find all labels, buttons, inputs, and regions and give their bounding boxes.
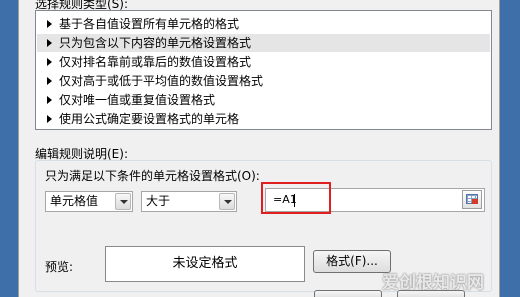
annotation-highlight-box — [261, 182, 331, 214]
field-combo-value: 单元格值 — [50, 194, 99, 208]
format-button[interactable]: 格式(F)... — [313, 250, 391, 273]
bullet-arrow-icon — [47, 115, 52, 123]
rule-type-list[interactable]: 基于各自值设置所有单元格的格式 只为包含以下内容的单元格设置格式 仅对排名靠前或… — [35, 10, 492, 130]
rule-type-item[interactable]: 仅对唯一值或重复值设置格式 — [37, 91, 490, 109]
rule-type-item[interactable]: 仅对排名靠前或靠后的数值设置格式 — [37, 53, 490, 71]
chevron-down-icon[interactable] — [115, 193, 131, 210]
rule-type-item-label: 仅对排名靠前或靠后的数值设置格式 — [59, 55, 252, 69]
bullet-arrow-icon — [47, 77, 52, 85]
rule-type-item[interactable]: 基于各自值设置所有单元格的格式 — [37, 15, 490, 33]
watermark: 爱创根知识网 — [382, 273, 484, 293]
format-preview: 未设定格式 — [105, 246, 305, 282]
rule-type-item[interactable]: 使用公式确定要设置格式的单元格 — [37, 110, 490, 128]
rule-type-item-label: 只为包含以下内容的单元格设置格式 — [59, 36, 252, 50]
range-marker-icon — [472, 199, 478, 204]
rule-type-item-label: 基于各自值设置所有单元格的格式 — [59, 17, 240, 31]
operator-combo-value: 大于 — [146, 194, 171, 208]
bullet-arrow-icon — [47, 20, 52, 28]
range-selector-button[interactable] — [462, 190, 482, 209]
operator-combo[interactable]: 大于 — [141, 191, 237, 212]
conditional-format-dialog: 选择规则类型(S): 基于各自值设置所有单元格的格式 只为包含以下内容的单元格设… — [18, 0, 500, 297]
rule-type-item-selected[interactable]: 只为包含以下内容的单元格设置格式 — [37, 34, 490, 52]
rule-type-item[interactable]: 仅对高于或低于平均值的数值设置格式 — [37, 72, 490, 90]
bullet-arrow-icon — [47, 96, 52, 104]
bullet-arrow-icon — [47, 39, 52, 47]
chevron-down-icon[interactable] — [219, 193, 235, 210]
condition-label: 只为满足以下条件的单元格设置格式(O): — [45, 169, 260, 183]
rule-type-item-label: 仅对唯一值或重复值设置格式 — [59, 93, 216, 107]
rule-type-item-label: 使用公式确定要设置格式的单元格 — [59, 112, 240, 126]
preview-label: 预览: — [45, 260, 74, 274]
ok-button[interactable] — [314, 290, 382, 297]
bullet-arrow-icon — [47, 58, 52, 66]
field-combo[interactable]: 单元格值 — [45, 191, 133, 212]
rule-type-item-label: 仅对高于或低于平均值的数值设置格式 — [59, 74, 264, 88]
